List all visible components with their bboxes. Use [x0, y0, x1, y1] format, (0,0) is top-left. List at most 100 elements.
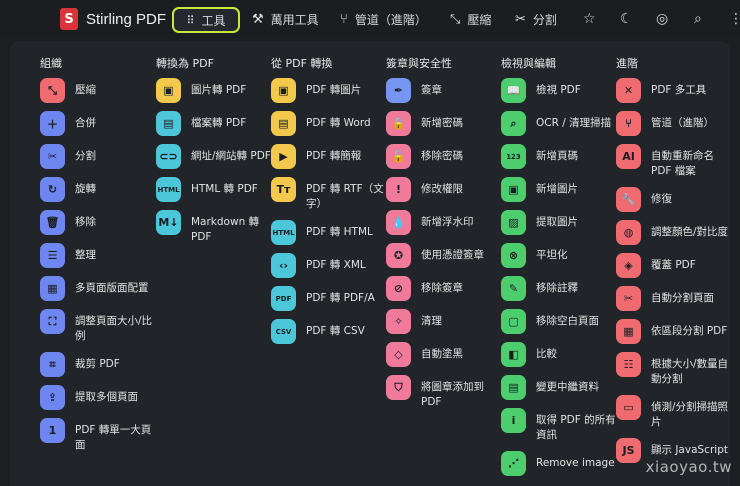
tool-item[interactable]: 🗑 移除 [40, 210, 155, 235]
nav-compress-button[interactable]: ⤡ 壓縮 [450, 0, 491, 38]
tool-item[interactable]: ▣ PDF 轉圖片 [271, 78, 386, 103]
tool-item[interactable]: ✧ 清理 [386, 309, 501, 334]
tool-item[interactable]: 📖 檢視 PDF [501, 78, 616, 103]
tool-item-label: 清理 [421, 315, 442, 327]
tool-item[interactable]: ⌗ 裁剪 PDF [40, 352, 155, 377]
moon-icon[interactable]: ☾ [620, 11, 633, 27]
tool-item[interactable]: ⋰ Remove image [501, 451, 616, 476]
tool-item-label: 旋轉 [75, 183, 96, 195]
tool-item[interactable]: PDF PDF 轉 PDF/A [271, 286, 386, 311]
tool-item[interactable]: ▭ 偵測/分割掃描照片 [616, 395, 731, 430]
remove-image-icon: ⋰ [501, 451, 526, 476]
tool-item[interactable]: M↓ Markdown 轉 PDF [156, 210, 271, 245]
eraser-icon: ◇ [386, 342, 411, 367]
tool-item[interactable]: 🔒 新增密碼 [386, 111, 501, 136]
tool-item[interactable]: ⤡ 壓縮 [40, 78, 155, 103]
tool-item-label: 裁剪 PDF [75, 358, 120, 370]
lock-icon: 🔒 [386, 111, 411, 136]
tool-item[interactable]: ▣ 圖片轉 PDF [156, 78, 271, 103]
tool-item[interactable]: HTML HTML 轉 PDF [156, 177, 271, 202]
page-icon: 1 [40, 418, 65, 443]
tool-item[interactable]: ⇪ 提取多個頁面 [40, 385, 155, 410]
text-icon: Tт [271, 177, 296, 202]
flatten-icon: ⊗ [501, 243, 526, 268]
tool-item[interactable]: ‹› PDF 轉 XML [271, 253, 386, 278]
tool-item[interactable]: ＋ 合併 [40, 111, 155, 136]
tool-item[interactable]: 123 新增頁碼 [501, 144, 616, 169]
tool-item[interactable]: ✎ 移除註釋 [501, 276, 616, 301]
tool-item[interactable]: 🔓 移除密碼 [386, 144, 501, 169]
tool-item[interactable]: ◧ 比較 [501, 342, 616, 367]
nav-multi-tool-label: 萬用工具 [270, 12, 319, 27]
tool-item-label: 移除空白頁面 [536, 315, 599, 327]
tool-item[interactable]: CSV PDF 轉 CSV [271, 319, 386, 344]
tool-item[interactable]: ⛉ 將圖章添加到 PDF [386, 375, 501, 410]
brand[interactable]: S Stirling PDF [60, 0, 166, 38]
globe-icon[interactable]: ◎ [656, 11, 668, 27]
merge-icon: ＋ [40, 111, 65, 136]
tool-item[interactable]: 🔧 修復 [616, 187, 731, 212]
tool-item[interactable]: ☷ 根據大小/數量自動分割 [616, 352, 731, 387]
file-icon: ▤ [156, 111, 181, 136]
html-icon: HTML [156, 177, 181, 202]
blank-page-icon: ▢ [501, 309, 526, 334]
tool-item[interactable]: ⊘ 移除簽章 [386, 276, 501, 301]
tool-item[interactable]: ▤ 變更中繼資料 [501, 375, 616, 400]
tool-item[interactable]: ✪ 使用憑證簽章 [386, 243, 501, 268]
tool-item-label: 移除註釋 [536, 282, 578, 294]
tool-item[interactable]: ⑂ 管道（進階） [616, 111, 731, 136]
tool-item[interactable]: ✕ PDF 多工具 [616, 78, 731, 103]
tool-item[interactable]: ☰ 整理 [40, 243, 155, 268]
star-icon[interactable]: ☆ [583, 11, 596, 27]
tool-item-label: 偵測/分割掃描照片 [651, 401, 729, 428]
tool-item[interactable]: i 取得 PDF 的所有資訊 [501, 408, 616, 443]
tool-item-label: 分割 [75, 150, 96, 162]
list-icon: ☰ [40, 243, 65, 268]
tool-item-label: 檔案轉 PDF [191, 117, 247, 129]
tool-item[interactable]: HTML PDF 轉 HTML [271, 220, 386, 245]
tool-item[interactable]: ◇ 自動塗黑 [386, 342, 501, 367]
tool-item[interactable]: ✂ 自動分割頁面 [616, 286, 731, 311]
tool-item[interactable]: ▣ 新增圖片 [501, 177, 616, 202]
nav-multi-tool-button[interactable]: ⚒ 萬用工具 [252, 0, 319, 38]
tool-item-label: 整理 [75, 249, 96, 261]
tool-item[interactable]: ✒ 簽章 [386, 78, 501, 103]
tool-item[interactable]: ↻ 旋轉 [40, 177, 155, 202]
tool-item[interactable]: ◍ 調整顏色/對比度 [616, 220, 731, 245]
tool-item[interactable]: ⊂⊃ 網址/網站轉 PDF [156, 144, 271, 169]
tool-item[interactable]: ! 修改權限 [386, 177, 501, 202]
search-icon[interactable]: ⌕ [694, 11, 702, 27]
tool-item-label: 管道（進階） [651, 117, 714, 129]
tool-item-label: 新增頁碼 [536, 150, 578, 162]
tool-item[interactable]: ⌕ OCR / 清理掃描 [501, 111, 616, 136]
tool-item[interactable]: 1 PDF 轉單一大頁面 [40, 418, 155, 453]
tool-item[interactable]: AI 自動重新命名 PDF 檔案 [616, 144, 731, 179]
tool-item[interactable]: ▤ 檔案轉 PDF [156, 111, 271, 136]
tools-icon: ✕ [616, 78, 641, 103]
tool-item[interactable]: Tт PDF 轉 RTF（文字） [271, 177, 386, 212]
word-icon: ▤ [271, 111, 296, 136]
tool-item-label: 取得 PDF 的所有資訊 [536, 414, 616, 441]
tool-item-label: 圖片轉 PDF [191, 84, 247, 96]
tool-item[interactable]: ▶ PDF 轉簡報 [271, 144, 386, 169]
menu-dots-icon[interactable]: ⋮ [729, 11, 740, 27]
tool-item[interactable]: ⊗ 平坦化 [501, 243, 616, 268]
nav-pipeline-button[interactable]: ⑂ 管道（進階） [340, 0, 427, 38]
nav-split-button[interactable]: ✂ 分割 [515, 0, 557, 38]
watermark: xiaoyao.tw [645, 458, 732, 476]
nav-tools-button[interactable]: ⠿ 工具 [172, 7, 240, 33]
tool-item[interactable]: ▤ PDF 轉 Word [271, 111, 386, 136]
nav-pipeline-label: 管道（進階） [354, 12, 427, 27]
tool-item[interactable]: ⛶ 調整頁面大小/比例 [40, 309, 155, 344]
tool-item[interactable]: ▦ 依區段分割 PDF [616, 319, 731, 344]
tool-item[interactable]: ✂ 分割 [40, 144, 155, 169]
tool-item[interactable]: 💧 新增浮水印 [386, 210, 501, 235]
tool-item[interactable]: ▨ 提取圖片 [501, 210, 616, 235]
trash-icon: 🗑 [40, 210, 65, 235]
tool-item[interactable]: ▢ 移除空白頁面 [501, 309, 616, 334]
tool-item[interactable]: ▦ 多頁面版面配置 [40, 276, 155, 301]
tool-item-label: PDF 轉 CSV [306, 325, 365, 337]
tool-item[interactable]: ◈ 覆蓋 PDF [616, 253, 731, 278]
nav-compress-label: 壓縮 [467, 12, 492, 27]
tool-item-label: PDF 轉 RTF（文字） [306, 183, 384, 210]
